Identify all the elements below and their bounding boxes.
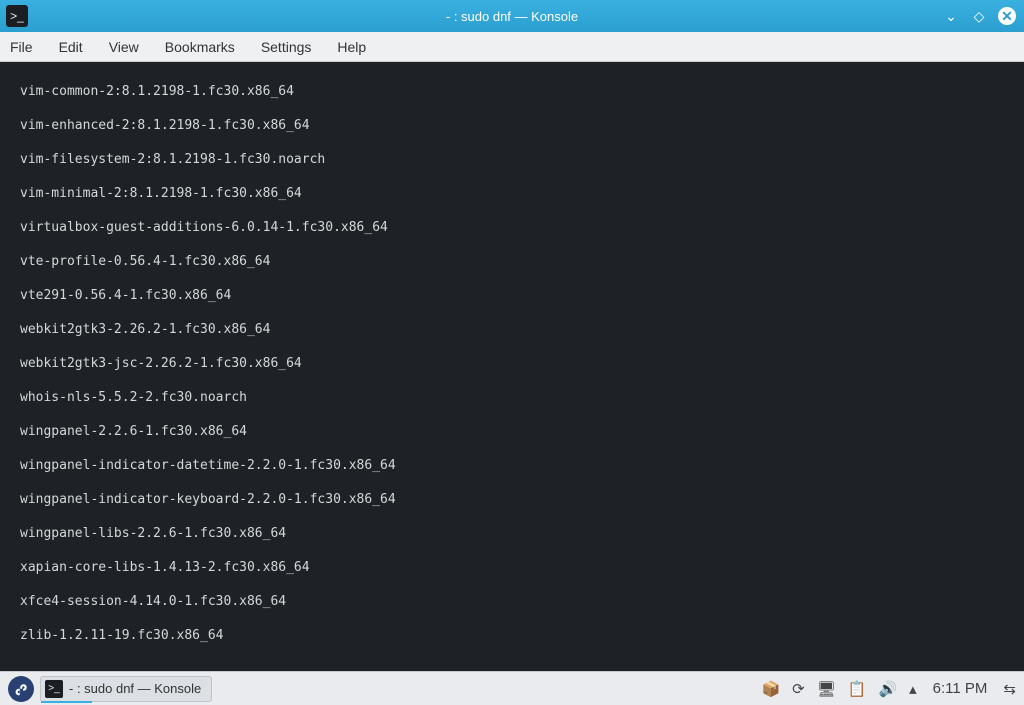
pkg-line: xapian-core-libs-1.4.13-2.fc30.x86_64 xyxy=(6,559,1018,576)
pkg-line: webkit2gtk3-jsc-2.26.2-1.fc30.x86_64 xyxy=(6,355,1018,372)
taskbar-item-label: - : sudo dnf — Konsole xyxy=(69,681,201,696)
menu-view[interactable]: View xyxy=(109,39,139,55)
menubar: File Edit View Bookmarks Settings Help xyxy=(0,32,1024,62)
pkg-line: xfce4-session-4.14.0-1.fc30.x86_64 xyxy=(6,593,1018,610)
pkg-line: vim-filesystem-2:8.1.2198-1.fc30.noarch xyxy=(6,151,1018,168)
fedora-icon xyxy=(12,680,30,698)
package-icon[interactable]: 📦 xyxy=(761,680,780,698)
pkg-line: wingpanel-2.2.6-1.fc30.x86_64 xyxy=(6,423,1018,440)
system-tray: 📦 ⟳ 🖥 📋 🔊 ▴ 6:11 PM ⇆ xyxy=(761,680,1016,698)
maximize-button[interactable]: ◇ xyxy=(970,7,988,25)
window-titlebar: >_ - : sudo dnf — Konsole ⌄ ◇ ✕ xyxy=(0,0,1024,32)
close-button[interactable]: ✕ xyxy=(998,7,1016,25)
pkg-line: vte-profile-0.56.4-1.fc30.x86_64 xyxy=(6,253,1018,270)
menu-help[interactable]: Help xyxy=(337,39,366,55)
terminal-icon: >_ xyxy=(45,680,63,698)
pkg-line: wingpanel-indicator-keyboard-2.2.0-1.fc3… xyxy=(6,491,1018,508)
terminal-output[interactable]: vim-common-2:8.1.2198-1.fc30.x86_64 vim-… xyxy=(0,62,1024,671)
display-icon[interactable]: 🖥 xyxy=(817,680,836,698)
launcher-button[interactable] xyxy=(8,676,34,702)
pkg-line: wingpanel-libs-2.2.6-1.fc30.x86_64 xyxy=(6,525,1018,542)
menu-settings[interactable]: Settings xyxy=(261,39,312,55)
volume-icon[interactable]: 🔊 xyxy=(878,680,897,698)
menu-edit[interactable]: Edit xyxy=(59,39,83,55)
taskbar: >_ - : sudo dnf — Konsole 📦 ⟳ 🖥 📋 🔊 ▴ 6:… xyxy=(0,671,1024,705)
pkg-line: virtualbox-guest-additions-6.0.14-1.fc30… xyxy=(6,219,1018,236)
pkg-line: vim-minimal-2:8.1.2198-1.fc30.x86_64 xyxy=(6,185,1018,202)
taskbar-item-konsole[interactable]: >_ - : sudo dnf — Konsole xyxy=(40,676,212,702)
pkg-line: whois-nls-5.5.2-2.fc30.noarch xyxy=(6,389,1018,406)
update-icon[interactable]: ⟳ xyxy=(792,680,805,698)
clock[interactable]: 6:11 PM xyxy=(929,680,992,697)
menu-bookmarks[interactable]: Bookmarks xyxy=(165,39,235,55)
menu-file[interactable]: File xyxy=(10,39,33,55)
pkg-line: vim-common-2:8.1.2198-1.fc30.x86_64 xyxy=(6,83,1018,100)
pkg-line: vte291-0.56.4-1.fc30.x86_64 xyxy=(6,287,1018,304)
pkg-line: wingpanel-indicator-datetime-2.2.0-1.fc3… xyxy=(6,457,1018,474)
settings-icon[interactable]: ⇆ xyxy=(1003,680,1016,698)
tray-expand-icon[interactable]: ▴ xyxy=(909,680,917,698)
window-title: - : sudo dnf — Konsole xyxy=(0,9,1024,24)
pkg-line: vim-enhanced-2:8.1.2198-1.fc30.x86_64 xyxy=(6,117,1018,134)
minimize-button[interactable]: ⌄ xyxy=(942,7,960,25)
pkg-line: zlib-1.2.11-19.fc30.x86_64 xyxy=(6,627,1018,644)
pkg-line: webkit2gtk3-2.26.2-1.fc30.x86_64 xyxy=(6,321,1018,338)
clipboard-icon[interactable]: 📋 xyxy=(848,680,867,698)
terminal-icon: >_ xyxy=(6,5,28,27)
